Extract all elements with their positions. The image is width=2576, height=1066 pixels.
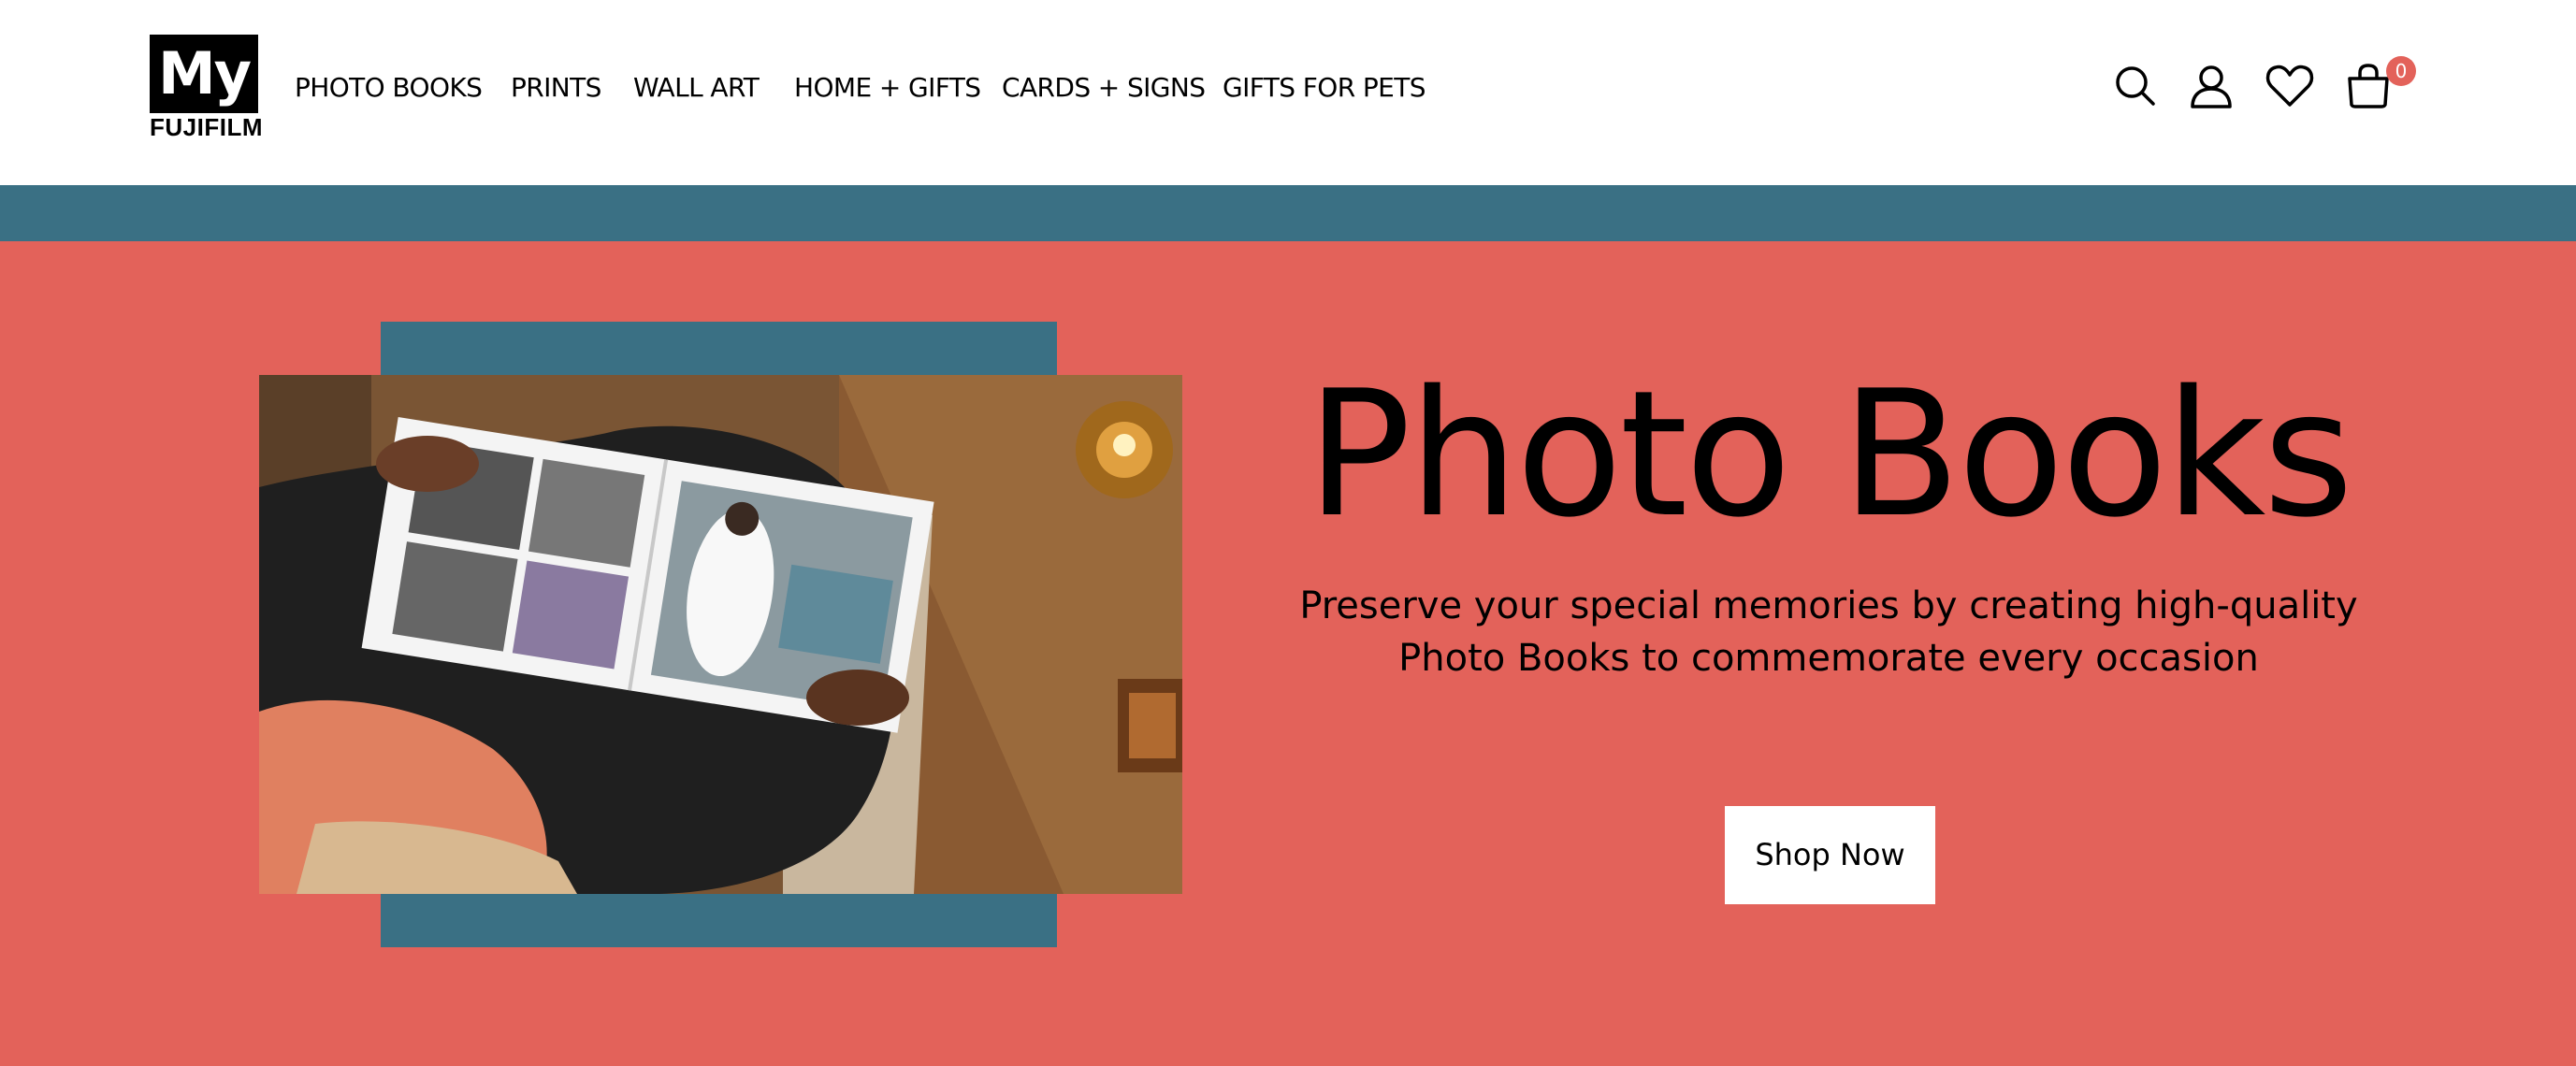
nav-item-home-gifts[interactable]: HOME + GIFTS <box>794 67 981 108</box>
cart-count-badge: 0 <box>2386 56 2416 86</box>
hero-title: Photo Books <box>1306 353 2354 555</box>
shop-now-button[interactable]: Shop Now <box>1725 806 1935 904</box>
nav-item-photo-books[interactable]: PHOTO BOOKS <box>295 67 483 108</box>
hero-subtitle-line-2: Photo Books to commemorate every occasio… <box>1398 637 2259 680</box>
nav-item-cards-signs[interactable]: CARDS + SIGNS <box>1002 67 1206 108</box>
heart-icon[interactable] <box>2264 60 2316 112</box>
nav-item-gifts-for-pets[interactable]: GIFTS FOR PETS <box>1223 67 1426 108</box>
search-icon[interactable] <box>2110 60 2163 112</box>
user-icon[interactable] <box>2185 60 2237 112</box>
logo-wordmark: FUJIFILM <box>150 113 263 141</box>
nav-item-wall-art[interactable]: WALL ART <box>633 67 760 108</box>
top-banner-strip <box>0 185 2576 241</box>
hero-subtitle-line-1: Preserve your special memories by creati… <box>1299 584 2358 627</box>
logo-mark: My <box>150 35 258 113</box>
site-header: My FUJIFILM PHOTO BOOKS PRINTS WALL ART … <box>0 0 2576 185</box>
nav-item-prints[interactable]: PRINTS <box>511 67 601 108</box>
brand-logo[interactable]: My FUJIFILM <box>150 35 263 141</box>
hero-section: Photo Books Preserve your special memori… <box>0 241 2576 1066</box>
photo-book-image <box>259 375 1182 894</box>
hero-subtitle: Preserve your special memories by creati… <box>1291 580 2366 684</box>
